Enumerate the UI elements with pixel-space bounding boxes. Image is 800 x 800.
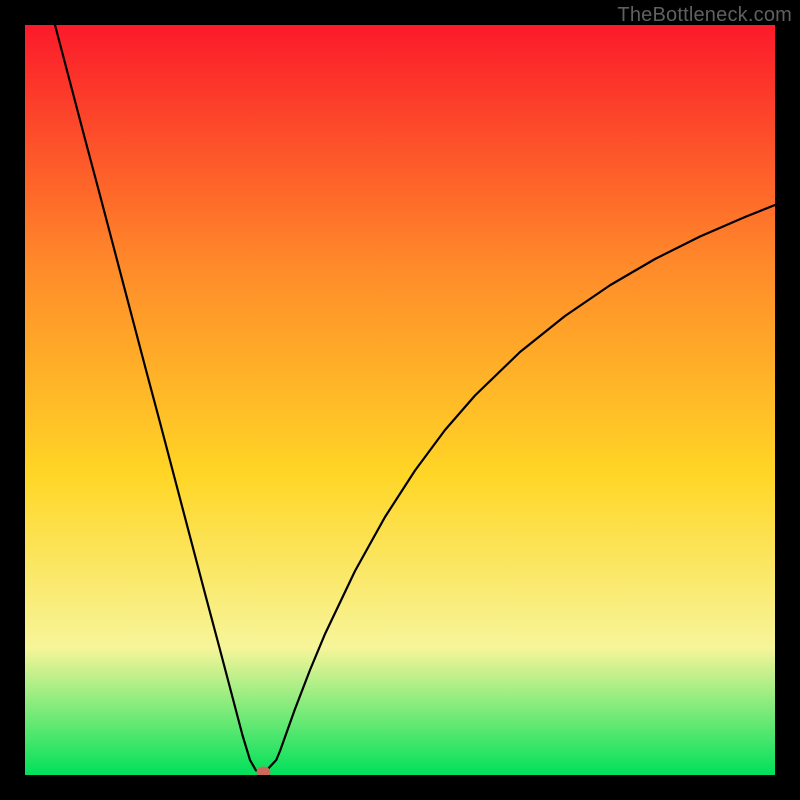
chart-frame: TheBottleneck.com [0,0,800,800]
plot-area [25,25,775,775]
bottleneck-chart [25,25,775,775]
watermark-text: TheBottleneck.com [617,4,792,27]
gradient-background [25,25,775,775]
